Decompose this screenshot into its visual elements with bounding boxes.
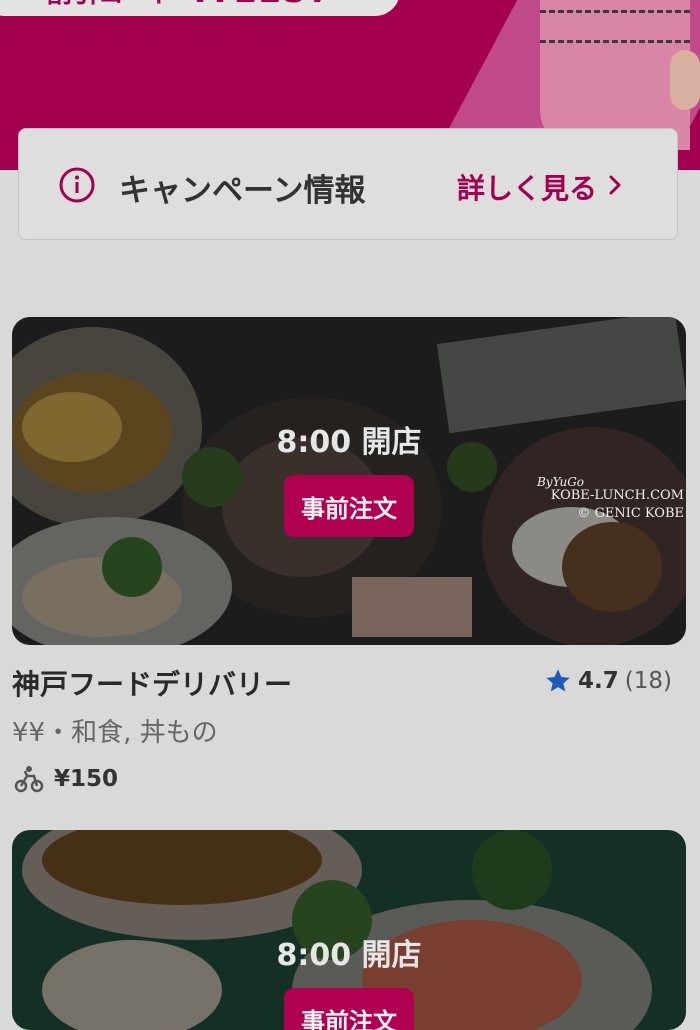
restaurant-rating: 4.7 (18) [544, 667, 672, 695]
restaurant-card-image[interactable]: 8:00 開店 事前注文 [12, 830, 686, 1030]
campaign-title: キャンペーン情報 [119, 173, 366, 209]
delivery-fee-amount: ¥150 [54, 766, 119, 792]
info-icon [59, 167, 95, 203]
preorder-button[interactable]: 事前注文 [284, 988, 414, 1030]
restaurant-name[interactable]: 神戸フードデリバリー [12, 663, 292, 703]
review-count: (18) [624, 668, 672, 694]
banner-model-illustration [520, 0, 700, 150]
campaign-info-bar[interactable]: キャンペーン情報 詳しく見る [18, 128, 678, 240]
star-icon [546, 669, 570, 692]
watermark-signature: ByYuGo [536, 475, 584, 489]
delivery-fee: ¥150 [14, 765, 118, 793]
restaurant-card-image[interactable]: 8:00 開店 事前注文 ByYuGo KOBE-LUNCH.COM © GEN… [12, 317, 686, 645]
restaurant-category: ¥¥・和食, 丼もの [12, 718, 218, 748]
watermark-credit: © GENIC KOBE [577, 506, 684, 521]
preorder-button[interactable]: 事前注文 [284, 475, 414, 537]
promo-code: ITL157 [194, 0, 334, 11]
delivery-bike-icon [14, 766, 44, 793]
rating-score: 4.7 [578, 668, 619, 694]
campaign-more-link[interactable]: 詳しく見る [457, 167, 597, 207]
opening-time: 8:00 開店 [276, 425, 422, 460]
opening-time: 8:00 開店 [276, 938, 422, 973]
promo-code-label: 割引コード [46, 0, 176, 10]
promo-code-pill[interactable]: 割引コード ITL157 [0, 0, 400, 16]
chevron-right-icon [609, 175, 621, 195]
photo-watermark: ByYuGo KOBE-LUNCH.COM © GENIC KOBE [537, 475, 684, 523]
